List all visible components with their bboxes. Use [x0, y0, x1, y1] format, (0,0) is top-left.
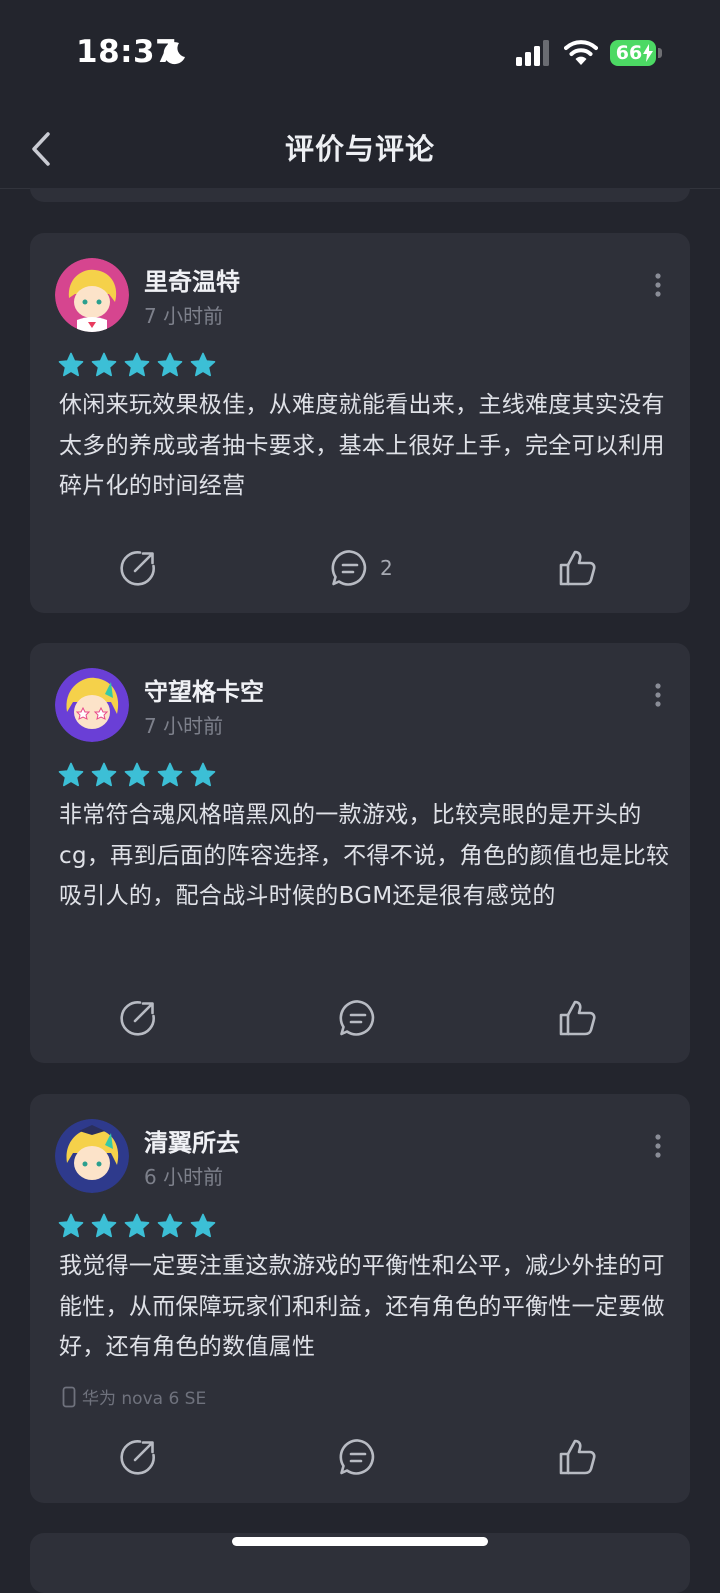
star-icon — [157, 1213, 183, 1238]
review-actions — [30, 993, 690, 1043]
review-card: 守望格卡空 7 小时前 非常符合魂风格暗黑风的一款游戏，比较亮眼的是开头的cg，… — [30, 643, 690, 1063]
star-icon — [91, 762, 117, 787]
share-icon — [120, 551, 155, 586]
home-indicator[interactable] — [232, 1537, 488, 1546]
avatar[interactable] — [55, 668, 129, 742]
star-rating — [58, 1213, 216, 1239]
nav-bar: 评价与评论 — [0, 100, 720, 189]
signal-icon — [516, 40, 549, 66]
username[interactable]: 守望格卡空 — [144, 672, 264, 707]
thumbs-up-icon — [559, 1439, 596, 1475]
comment-button[interactable]: 2 — [330, 543, 393, 593]
star-rating — [58, 762, 216, 788]
review-card: 清翼所去 6 小时前 我觉得一定要注重这款游戏的平衡性和公平，减少外挂的可能性，… — [30, 1094, 690, 1503]
star-icon — [124, 352, 150, 377]
like-button[interactable] — [557, 543, 597, 593]
review-text: 我觉得一定要注重这款游戏的平衡性和公平，减少外挂的可能性，从而保障玩家们和利益，… — [59, 1253, 665, 1360]
more-options-icon[interactable] — [648, 1134, 668, 1158]
phone-icon — [62, 1386, 76, 1407]
share-button[interactable] — [118, 993, 158, 1043]
share-icon — [120, 1001, 155, 1036]
thumbs-up-icon — [559, 550, 596, 586]
star-icon — [58, 1213, 84, 1238]
star-icon — [124, 762, 150, 787]
more-options-icon[interactable] — [648, 683, 668, 707]
comment-count: 2 — [380, 556, 393, 580]
star-icon — [124, 1213, 150, 1238]
comment-icon — [339, 1000, 375, 1036]
comment-icon — [331, 550, 367, 586]
star-icon — [190, 1213, 216, 1238]
star-rating — [58, 352, 216, 378]
star-icon — [91, 1213, 117, 1238]
review-text: 休闲来玩效果极佳，从难度就能看出来，主线难度其实没有太多的养成或者抽卡要求，基本… — [59, 392, 665, 499]
review-card: 里奇温特 7 小时前 休闲来玩效果极佳，从难度就能看出来，主线难度其实没有太多的… — [30, 233, 690, 613]
star-icon — [157, 762, 183, 787]
battery-icon: 66 — [610, 40, 662, 68]
comment-button[interactable] — [338, 993, 378, 1043]
star-icon — [157, 352, 183, 377]
review-time: 7 小时前 — [144, 714, 224, 738]
comment-button[interactable] — [338, 1432, 378, 1482]
share-icon — [120, 1440, 155, 1475]
avatar[interactable] — [55, 258, 129, 332]
star-icon — [190, 352, 216, 377]
more-options-icon[interactable] — [648, 273, 668, 297]
review-time: 7 小时前 — [144, 304, 224, 328]
page-title: 评价与评论 — [284, 132, 435, 166]
previous-card-edge — [30, 188, 690, 202]
star-icon — [58, 762, 84, 787]
charging-bolt-icon — [643, 44, 653, 62]
share-button[interactable] — [118, 1432, 158, 1482]
star-icon — [190, 762, 216, 787]
device-name: 华为 nova 6 SE — [82, 1389, 207, 1409]
username[interactable]: 里奇温特 — [144, 262, 240, 297]
username[interactable]: 清翼所去 — [144, 1123, 240, 1158]
star-icon — [58, 352, 84, 377]
comment-icon — [339, 1439, 375, 1475]
like-button[interactable] — [557, 993, 597, 1043]
review-text: 非常符合魂风格暗黑风的一款游戏，比较亮眼的是开头的cg，再到后面的阵容选择，不得… — [59, 802, 670, 909]
review-time: 6 小时前 — [144, 1165, 224, 1189]
star-icon — [91, 352, 117, 377]
status-bar: 18:37 66 — [0, 0, 720, 100]
moon-icon — [163, 42, 185, 65]
wifi-icon — [564, 40, 598, 65]
review-actions — [30, 1432, 690, 1482]
thumbs-up-icon — [559, 1000, 596, 1036]
like-button[interactable] — [557, 1432, 597, 1482]
device-info: 华为 nova 6 SE — [62, 1384, 206, 1409]
avatar[interactable] — [55, 1119, 129, 1193]
review-actions: 2 — [30, 543, 690, 593]
share-button[interactable] — [118, 543, 158, 593]
